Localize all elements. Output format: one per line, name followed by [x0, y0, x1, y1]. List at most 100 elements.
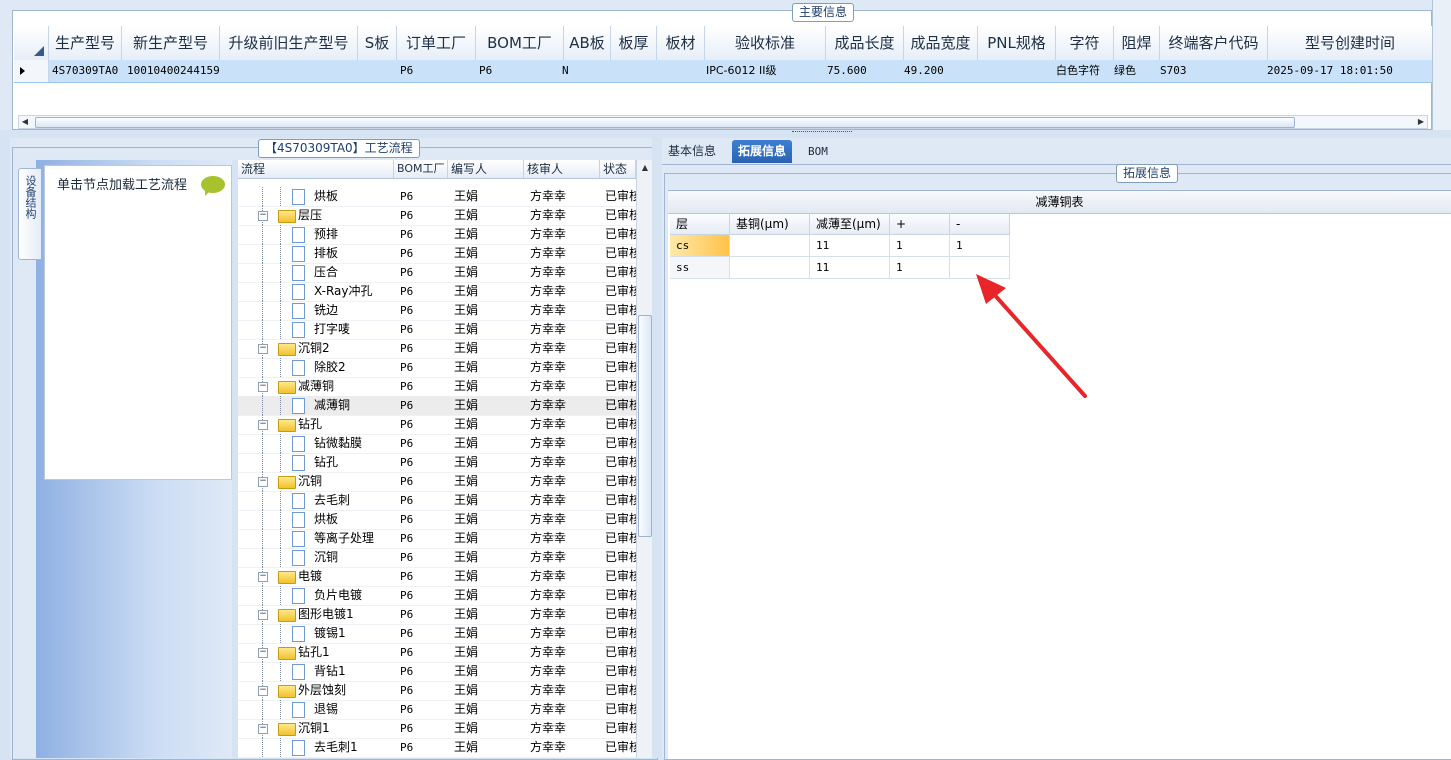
cell-thin-to-cs[interactable]: 11 — [810, 235, 890, 257]
flow-writer[interactable]: 王娟 — [454, 377, 524, 396]
cell-plus-cs[interactable]: 1 — [890, 235, 950, 257]
flow-reviewer[interactable]: 方幸幸 — [530, 548, 600, 567]
cell-silkscreen[interactable]: 白色字符 — [1053, 60, 1113, 82]
flow-name[interactable]: 压合 — [314, 263, 394, 282]
flow-bom[interactable]: P6 — [400, 396, 446, 415]
flow-row[interactable]: − 减薄铜 P6 王娟 方幸幸 已审核 — [238, 377, 638, 397]
col-thickness[interactable]: 板厚 — [611, 26, 657, 60]
flow-name[interactable]: 镀锡1 — [314, 624, 394, 643]
flow-name[interactable]: 除胶2 — [314, 358, 394, 377]
flow-status[interactable]: 已审核 — [605, 320, 636, 339]
col-plus[interactable]: + — [890, 214, 950, 235]
flow-bom[interactable]: P6 — [400, 738, 446, 757]
flow-row[interactable]: − 沉铜 P6 王娟 方幸幸 已审核 — [238, 472, 638, 492]
flow-reviewer[interactable]: 方幸幸 — [530, 377, 600, 396]
flow-reviewer[interactable]: 方幸幸 — [530, 529, 600, 548]
flow-reviewer[interactable]: 方幸幸 — [530, 396, 600, 415]
flow-bom[interactable]: P6 — [400, 282, 446, 301]
col-accept-std[interactable]: 验收标准 — [705, 26, 826, 60]
flow-bom[interactable]: P6 — [400, 225, 446, 244]
scroll-left-icon[interactable]: ◀ — [19, 116, 31, 128]
flow-writer[interactable]: 王娟 — [454, 681, 524, 700]
flow-reviewer[interactable]: 方幸幸 — [530, 681, 600, 700]
cell-old-model[interactable] — [220, 60, 360, 82]
flow-reviewer[interactable]: 方幸幸 — [530, 434, 600, 453]
flow-bom[interactable]: P6 — [400, 548, 446, 567]
flow-row[interactable]: − 钻孔 P6 王娟 方幸幸 已审核 — [238, 415, 638, 435]
flow-name[interactable]: 钻孔 — [298, 415, 394, 434]
flow-reviewer[interactable]: 方幸幸 — [530, 206, 600, 225]
col-length[interactable]: 成品长度 — [826, 26, 904, 60]
cell-prod-model[interactable]: 4S70309TA0 — [49, 60, 124, 82]
flow-row[interactable]: 钻微黏膜 P6 王娟 方幸幸 已审核 — [238, 434, 638, 454]
cell-ab-board[interactable]: N — [559, 60, 608, 82]
flow-status[interactable]: 已审核 — [605, 453, 636, 472]
flow-name[interactable]: 外层蚀刻 — [298, 681, 394, 700]
flow-status[interactable]: 已审核 — [605, 358, 636, 377]
flow-status[interactable]: 已审核 — [605, 263, 636, 282]
flow-reviewer[interactable]: 方幸幸 — [530, 624, 600, 643]
cell-soldermask[interactable]: 绿色 — [1111, 60, 1159, 82]
collapse-icon[interactable]: − — [258, 572, 268, 582]
tab-bom[interactable]: BOM — [802, 140, 834, 163]
flow-status[interactable]: 已审核 — [605, 206, 636, 225]
flow-writer[interactable]: 王娟 — [454, 415, 524, 434]
cell-plus-ss[interactable]: 1 — [890, 257, 950, 279]
flow-reviewer[interactable]: 方幸幸 — [530, 415, 600, 434]
collapse-icon[interactable]: − — [258, 420, 268, 430]
cell-layer-cs[interactable]: cs — [670, 235, 730, 257]
flow-reviewer[interactable]: 方幸幸 — [530, 643, 600, 662]
collapse-icon[interactable]: − — [258, 344, 268, 354]
flow-row[interactable]: − 图形电镀1 P6 王娟 方幸幸 已审核 — [238, 605, 638, 625]
collapse-icon[interactable]: − — [258, 686, 268, 696]
flow-bom[interactable]: P6 — [400, 206, 446, 225]
flow-bom[interactable]: P6 — [400, 320, 446, 339]
flow-name[interactable]: 去毛刺1 — [314, 738, 394, 757]
flow-writer[interactable]: 王娟 — [454, 586, 524, 605]
flow-name[interactable]: 钻微黏膜 — [314, 434, 394, 453]
collapse-icon[interactable]: − — [258, 477, 268, 487]
flow-row[interactable]: 钻孔 P6 王娟 方幸幸 已审核 — [238, 453, 638, 473]
flow-writer[interactable]: 王娟 — [454, 529, 524, 548]
tab-extended-info[interactable]: 拓展信息 — [732, 140, 793, 163]
col-thin-to[interactable]: 减薄至(μm) — [810, 214, 890, 235]
flow-bom[interactable]: P6 — [400, 700, 446, 719]
flow-row[interactable]: X-Ray冲孔 P6 王娟 方幸幸 已审核 — [238, 282, 638, 302]
flow-reviewer[interactable]: 方幸幸 — [530, 225, 600, 244]
flow-status[interactable]: 已审核 — [605, 415, 636, 434]
flow-status[interactable]: 已审核 — [605, 700, 636, 719]
grid-corner[interactable] — [14, 26, 49, 60]
flow-row[interactable]: − 沉铜2 P6 王娟 方幸幸 已审核 — [238, 339, 638, 359]
flow-status[interactable]: 已审核 — [605, 719, 636, 738]
col-pnl[interactable]: PNL规格 — [978, 26, 1056, 60]
flow-name[interactable]: 沉铜1 — [298, 719, 394, 738]
flow-bom[interactable]: P6 — [400, 605, 446, 624]
cell-created[interactable]: 2025-09-17 18:01:50 — [1264, 60, 1433, 82]
flow-name[interactable]: 退锡 — [314, 700, 394, 719]
flow-status[interactable]: 已审核 — [605, 282, 636, 301]
flow-row[interactable]: 压合 P6 王娟 方幸幸 已审核 — [238, 263, 638, 283]
flow-row[interactable]: 镀锡1 P6 王娟 方幸幸 已审核 — [238, 624, 638, 644]
flow-status[interactable]: 已审核 — [605, 225, 636, 244]
flow-reviewer[interactable]: 方幸幸 — [530, 320, 600, 339]
col-soldermask[interactable]: 阻焊 — [1114, 26, 1160, 60]
col-reviewer[interactable]: 核审人 — [524, 160, 600, 178]
flow-bom[interactable]: P6 — [400, 187, 446, 206]
collapse-icon[interactable]: − — [258, 724, 268, 734]
col-prod-model[interactable]: 生产型号 — [49, 26, 122, 60]
cell-layer-ss[interactable]: ss — [670, 257, 730, 279]
flow-bom[interactable]: P6 — [400, 244, 446, 263]
flow-row[interactable]: 去毛刺 P6 王娟 方幸幸 已审核 — [238, 491, 638, 511]
flow-row[interactable]: − 外层蚀刻 P6 王娟 方幸幸 已审核 — [238, 681, 638, 701]
equipment-tree[interactable]: 单击节点加载工艺流程 — [44, 165, 232, 480]
flow-status[interactable]: 已审核 — [605, 396, 636, 415]
col-old-model[interactable]: 升级前旧生产型号 — [220, 26, 358, 60]
flow-writer[interactable]: 王娟 — [454, 719, 524, 738]
flow-status[interactable]: 已审核 — [605, 472, 636, 491]
flow-row[interactable]: 排板 P6 王娟 方幸幸 已审核 — [238, 244, 638, 264]
cell-pnl[interactable] — [978, 60, 1058, 82]
flow-status[interactable]: 已审核 — [605, 738, 636, 757]
collapse-icon[interactable]: − — [258, 382, 268, 392]
flow-row[interactable]: 打字唛 P6 王娟 方幸幸 已审核 — [238, 320, 638, 340]
col-flow[interactable]: 流程 — [238, 160, 394, 178]
